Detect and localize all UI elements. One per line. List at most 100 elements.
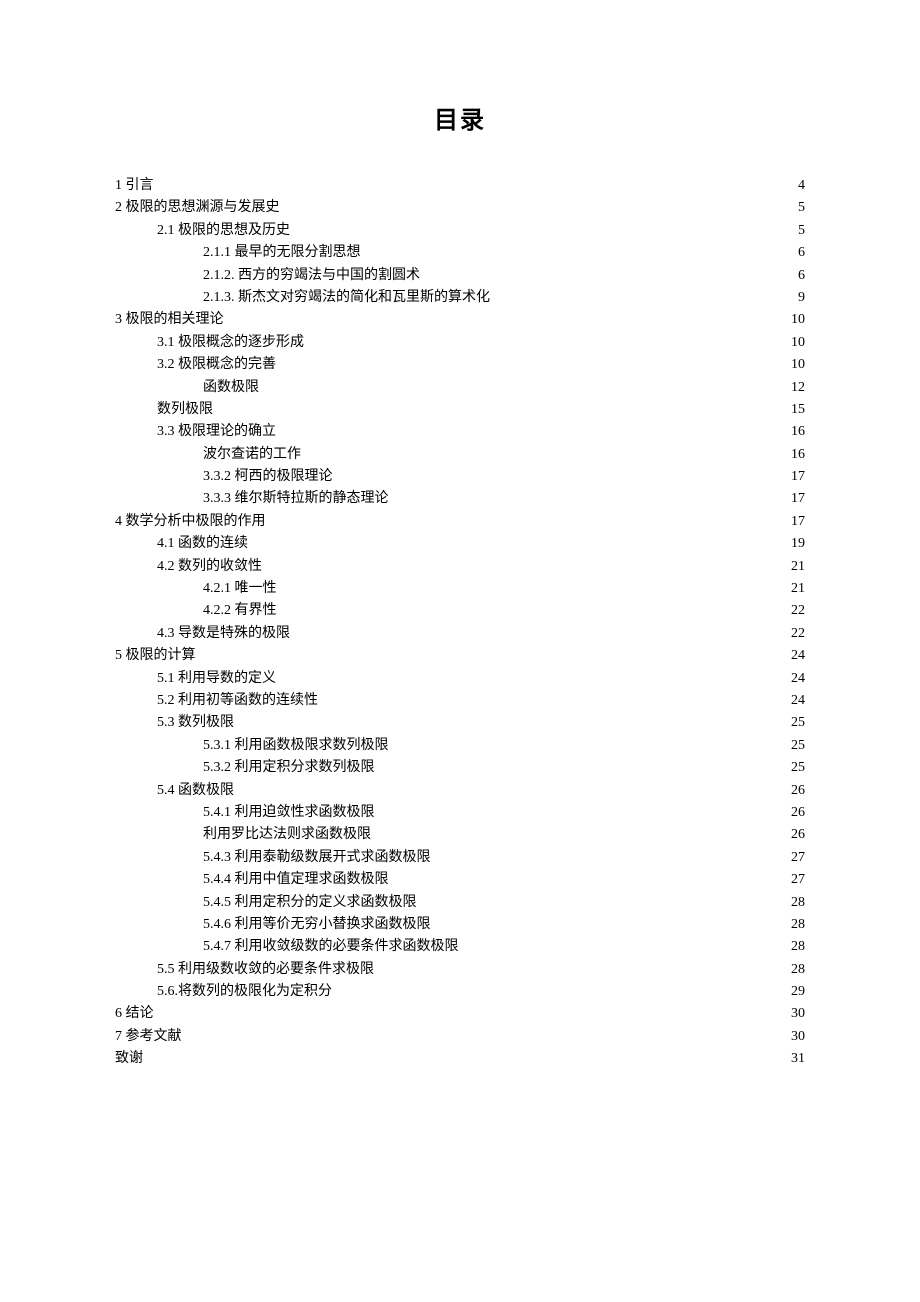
toc-entry-page: 4 bbox=[796, 175, 805, 197]
toc-entry[interactable]: 3.1 极限概念的逐步形成 10 bbox=[115, 332, 805, 354]
toc-entry[interactable]: 5.3.1 利用函数极限求数列极限 25 bbox=[115, 735, 805, 757]
toc-entry[interactable]: 5.3 数列极限 25 bbox=[115, 712, 805, 734]
toc-entry-page: 24 bbox=[789, 690, 805, 712]
toc-entry[interactable]: 5.2 利用初等函数的连续性24 bbox=[115, 690, 805, 712]
toc-entry[interactable]: 5.4 函数极限 26 bbox=[115, 780, 805, 802]
toc-entry-page: 6 bbox=[796, 265, 805, 287]
toc-entry[interactable]: 5.4.4 利用中值定理求函数极限27 bbox=[115, 869, 805, 891]
toc-entry-label: 5.4.1 利用迫敛性求函数极限 bbox=[203, 802, 375, 824]
toc-entry-label: 4.2.1 唯一性 bbox=[203, 578, 277, 600]
toc-entry-label: 3.2 极限概念的完善 bbox=[157, 354, 276, 376]
toc-entry-page: 26 bbox=[789, 824, 805, 846]
toc-entry-page: 17 bbox=[789, 466, 805, 488]
toc-entry-label: 3.3.2 柯西的极限理论 bbox=[203, 466, 333, 488]
toc-title: 目录 bbox=[115, 100, 805, 135]
toc-entry-label: 4.2 数列的收敛性 bbox=[157, 556, 262, 578]
toc-entry[interactable]: 2.1.1 最早的无限分割思想6 bbox=[115, 242, 805, 264]
toc-entry-label: 5.4.3 利用泰勒级数展开式求函数极限 bbox=[203, 847, 431, 869]
toc-entry[interactable]: 7 参考文献30 bbox=[115, 1026, 805, 1048]
toc-entry-page: 10 bbox=[789, 332, 805, 354]
toc-entry[interactable]: 4.2.1 唯一性21 bbox=[115, 578, 805, 600]
toc-entry[interactable]: 5.3.2 利用定积分求数列极限25 bbox=[115, 757, 805, 779]
toc-entry-label: 3 极限的相关理论 bbox=[115, 309, 224, 331]
toc-entry-page: 17 bbox=[789, 488, 805, 510]
toc-entry[interactable]: 4.2 数列的收敛性 21 bbox=[115, 556, 805, 578]
toc-entry-page: 28 bbox=[789, 892, 805, 914]
toc-entry[interactable]: 4.1 函数的连续 19 bbox=[115, 533, 805, 555]
toc-entry-page: 25 bbox=[789, 712, 805, 734]
toc-entry-page: 30 bbox=[789, 1003, 805, 1025]
toc-entry-label: 2.1 极限的思想及历史 bbox=[157, 220, 290, 242]
toc-entry[interactable]: 1 引言4 bbox=[115, 175, 805, 197]
toc-entry[interactable]: 函数极限12 bbox=[115, 377, 805, 399]
toc-entry-label: 2.1.2. 西方的穷竭法与中国的割圆术 bbox=[203, 265, 420, 287]
toc-entry[interactable]: 5.1 利用导数的定义24 bbox=[115, 668, 805, 690]
toc-entry-label: 致谢 bbox=[115, 1048, 143, 1070]
toc-entry-page: 19 bbox=[789, 533, 805, 555]
toc-entry[interactable]: 5.4.1 利用迫敛性求函数极限 26 bbox=[115, 802, 805, 824]
toc-entry[interactable]: 5.4.3 利用泰勒级数展开式求函数极限27 bbox=[115, 847, 805, 869]
toc-entry-page: 5 bbox=[796, 220, 805, 242]
toc-entry-label: 2.1.1 最早的无限分割思想 bbox=[203, 242, 361, 264]
toc-entry-page: 10 bbox=[789, 309, 805, 331]
toc-entry-page: 26 bbox=[789, 802, 805, 824]
toc-entry-label: 5.4.6 利用等价无穷小替换求函数极限 bbox=[203, 914, 431, 936]
toc-entry[interactable]: 5.4.5 利用定积分的定义求函数极限28 bbox=[115, 892, 805, 914]
toc-entry[interactable]: 5.5 利用级数收敛的必要条件求极限 28 bbox=[115, 959, 805, 981]
toc-entry[interactable]: 3.3.3 维尔斯特拉斯的静态理论17 bbox=[115, 488, 805, 510]
toc-entry[interactable]: 波尔查诺的工作16 bbox=[115, 444, 805, 466]
toc-entry[interactable]: 3.3.2 柯西的极限理论 17 bbox=[115, 466, 805, 488]
toc-entry[interactable]: 4.2.2 有界性 22 bbox=[115, 600, 805, 622]
toc-entry[interactable]: 2.1.3. 斯杰文对穷竭法的简化和瓦里斯的算术化9 bbox=[115, 287, 805, 309]
toc-entry-page: 22 bbox=[789, 600, 805, 622]
toc-entry-label: 5.5 利用级数收敛的必要条件求极限 bbox=[157, 959, 374, 981]
toc-entry-page: 31 bbox=[789, 1048, 805, 1070]
toc-entry-page: 17 bbox=[789, 511, 805, 533]
toc-entry-page: 24 bbox=[789, 645, 805, 667]
toc-entry-label: 3.1 极限概念的逐步形成 bbox=[157, 332, 304, 354]
toc-entry-page: 29 bbox=[789, 981, 805, 1003]
toc-entry-label: 利用罗比达法则求函数极限 bbox=[203, 824, 371, 846]
toc-entry-label: 5.3.1 利用函数极限求数列极限 bbox=[203, 735, 389, 757]
toc-entry[interactable]: 5.6.将数列的极限化为定积分29 bbox=[115, 981, 805, 1003]
toc-entry[interactable]: 4 数学分析中极限的作用 17 bbox=[115, 511, 805, 533]
toc-entry[interactable]: 5.4.6 利用等价无穷小替换求函数极限 28 bbox=[115, 914, 805, 936]
toc-entry-page: 28 bbox=[789, 914, 805, 936]
toc-entry-page: 25 bbox=[789, 735, 805, 757]
toc-entry[interactable]: 致谢 31 bbox=[115, 1048, 805, 1070]
toc-entry-label: 2.1.3. 斯杰文对穷竭法的简化和瓦里斯的算术化 bbox=[203, 287, 490, 309]
toc-entry-label: 5.4 函数极限 bbox=[157, 780, 234, 802]
toc-entry-page: 5 bbox=[796, 197, 805, 219]
toc-entry-page: 26 bbox=[789, 780, 805, 802]
toc-entry[interactable]: 3 极限的相关理论 10 bbox=[115, 309, 805, 331]
toc-entry-label: 4.2.2 有界性 bbox=[203, 600, 277, 622]
toc-entry[interactable]: 2.1 极限的思想及历史 5 bbox=[115, 220, 805, 242]
toc-entry-label: 5.4.7 利用收敛级数的必要条件求函数极限 bbox=[203, 936, 459, 958]
toc-entry[interactable]: 利用罗比达法则求函数极限 26 bbox=[115, 824, 805, 846]
toc-entry-label: 5 极限的计算 bbox=[115, 645, 196, 667]
toc-list: 1 引言42 极限的思想渊源与发展史52.1 极限的思想及历史52.1.1 最早… bbox=[115, 175, 805, 1071]
toc-entry-label: 3.3 极限理论的确立 bbox=[157, 421, 276, 443]
toc-entry-page: 15 bbox=[789, 399, 805, 421]
toc-entry-label: 6 结论 bbox=[115, 1003, 154, 1025]
toc-entry-label: 波尔查诺的工作 bbox=[203, 444, 301, 466]
toc-entry[interactable]: 4.3 导数是特殊的极限22 bbox=[115, 623, 805, 645]
page: 目录 1 引言42 极限的思想渊源与发展史52.1 极限的思想及历史52.1.1… bbox=[0, 0, 920, 1302]
toc-entry-label: 5.4.4 利用中值定理求函数极限 bbox=[203, 869, 389, 891]
toc-entry[interactable]: 5 极限的计算 24 bbox=[115, 645, 805, 667]
toc-entry[interactable]: 2.1.2. 西方的穷竭法与中国的割圆术 6 bbox=[115, 265, 805, 287]
toc-entry-label: 4 数学分析中极限的作用 bbox=[115, 511, 266, 533]
toc-entry-label: 7 参考文献 bbox=[115, 1026, 182, 1048]
toc-entry-label: 5.3 数列极限 bbox=[157, 712, 234, 734]
toc-entry-label: 数列极限 bbox=[157, 399, 213, 421]
toc-entry[interactable]: 3.3 极限理论的确立16 bbox=[115, 421, 805, 443]
toc-entry[interactable]: 6 结论 30 bbox=[115, 1003, 805, 1025]
toc-entry-label: 4.1 函数的连续 bbox=[157, 533, 248, 555]
toc-entry[interactable]: 数列极限 15 bbox=[115, 399, 805, 421]
toc-entry-page: 21 bbox=[789, 556, 805, 578]
toc-entry[interactable]: 2 极限的思想渊源与发展史5 bbox=[115, 197, 805, 219]
toc-entry-page: 28 bbox=[789, 959, 805, 981]
toc-entry[interactable]: 3.2 极限概念的完善 10 bbox=[115, 354, 805, 376]
toc-entry-page: 10 bbox=[789, 354, 805, 376]
toc-entry[interactable]: 5.4.7 利用收敛级数的必要条件求函数极限28 bbox=[115, 936, 805, 958]
